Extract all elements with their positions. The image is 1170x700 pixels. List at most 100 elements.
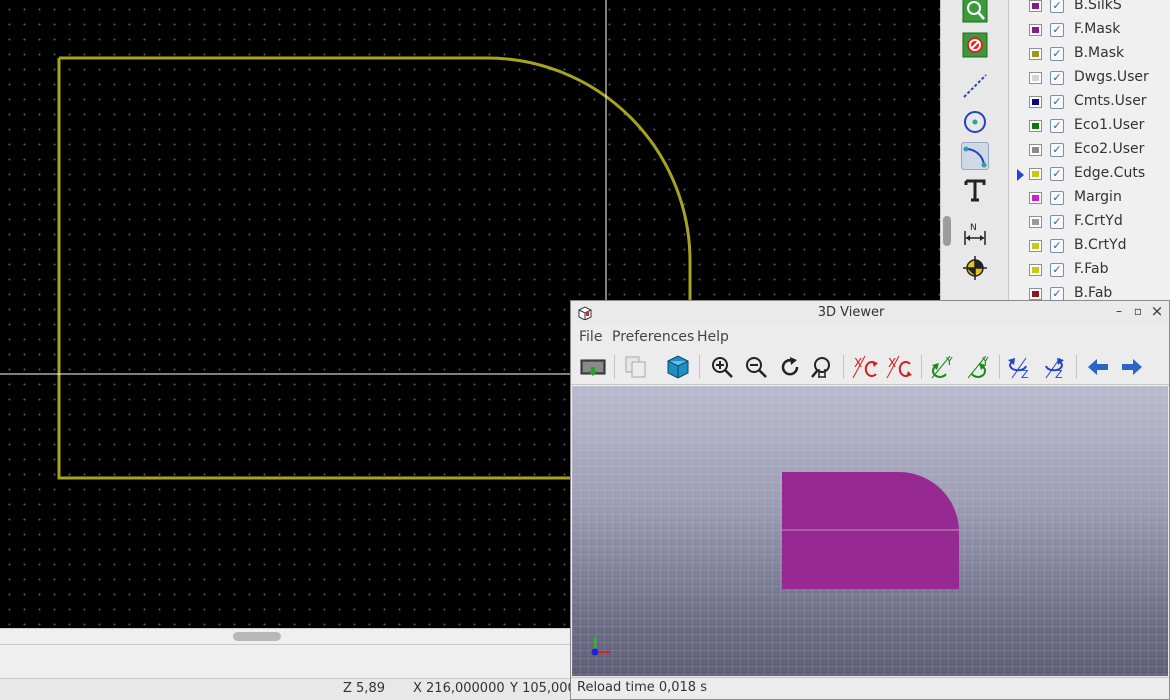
- render-options-button[interactable]: [663, 353, 693, 381]
- menu-file[interactable]: File: [579, 329, 602, 345]
- layer-color-swatch[interactable]: [1029, 0, 1042, 12]
- layer-color-swatch[interactable]: [1029, 216, 1042, 228]
- reload-time-readout: Reload time 0,018 s: [577, 680, 707, 695]
- draw-circle-button[interactable]: [961, 108, 989, 136]
- minimize-button[interactable]: –: [1112, 304, 1126, 318]
- zoom-fit-icon: [811, 357, 830, 378]
- layer-name: Cmts.User: [1074, 93, 1147, 109]
- layer-visibility-checkbox[interactable]: ✓: [1050, 143, 1064, 157]
- viewer-titlebar[interactable]: 3D Viewer – ▫ ×: [571, 301, 1169, 325]
- layer-visibility-checkbox[interactable]: ✓: [1050, 47, 1064, 61]
- layer-name: Margin: [1074, 189, 1122, 205]
- draw-line-button[interactable]: [961, 72, 989, 100]
- layer-name: Eco2.User: [1074, 141, 1145, 157]
- maximize-button[interactable]: ▫: [1131, 304, 1145, 318]
- rotate-z-counterclockwise-icon: Z: [1045, 357, 1064, 380]
- layer-row[interactable]: ✓ Margin: [1009, 186, 1170, 210]
- layer-visibility-checkbox[interactable]: ✓: [1050, 119, 1064, 133]
- zoom-fit-button[interactable]: [807, 353, 837, 381]
- highlight-net-button[interactable]: [961, 0, 989, 24]
- layer-name: B.CrtYd: [1074, 237, 1127, 253]
- layer-row[interactable]: ✓ B.Fab: [1009, 282, 1170, 300]
- add-text-button[interactable]: [961, 176, 989, 204]
- rotate-x-ccw-button[interactable]: X: [885, 353, 915, 381]
- rotate-z-clockwise-icon: Z: [1008, 357, 1029, 380]
- layer-row[interactable]: ✓ F.Mask: [1009, 18, 1170, 42]
- layer-color-swatch[interactable]: [1029, 168, 1042, 180]
- layer-visibility-checkbox[interactable]: ✓: [1050, 191, 1064, 205]
- layer-color-swatch[interactable]: [1029, 48, 1042, 60]
- zoom-out-icon: [746, 357, 767, 378]
- rotate-x-cw-button[interactable]: X: [851, 353, 881, 381]
- rotate-y-cw-button[interactable]: Y: [927, 353, 957, 381]
- toolbar-separator: [614, 355, 615, 379]
- move-right-button[interactable]: [1117, 353, 1147, 381]
- rotate-y-clockwise-icon: Y: [931, 355, 953, 379]
- layer-row[interactable]: ✓ Eco1.User: [1009, 114, 1170, 138]
- layer-color-swatch[interactable]: [1029, 192, 1042, 204]
- zoom-out-button[interactable]: [741, 353, 771, 381]
- layer-row[interactable]: ✓ F.Fab: [1009, 258, 1170, 282]
- redraw-button[interactable]: [775, 353, 805, 381]
- layer-name: Eco1.User: [1074, 117, 1145, 133]
- add-dimension-button[interactable]: N: [961, 220, 989, 248]
- layer-row[interactable]: ✓ Cmts.User: [1009, 90, 1170, 114]
- layer-visibility-checkbox[interactable]: ✓: [1050, 287, 1064, 300]
- layer-name: B.Fab: [1074, 285, 1113, 300]
- layer-row[interactable]: ✓ Edge.Cuts: [1009, 162, 1170, 186]
- layer-row[interactable]: ✓ Eco2.User: [1009, 138, 1170, 162]
- layer-name: F.Fab: [1074, 261, 1109, 277]
- layer-visibility-checkbox[interactable]: ✓: [1050, 23, 1064, 37]
- toolbar-separator: [699, 355, 700, 379]
- draw-arc-button[interactable]: [961, 142, 989, 170]
- layer-row[interactable]: ✓ Dwgs.User: [1009, 66, 1170, 90]
- layer-visibility-checkbox[interactable]: ✓: [1050, 263, 1064, 277]
- layer-visibility-checkbox[interactable]: ✓: [1050, 0, 1064, 13]
- text-icon: [964, 179, 986, 202]
- viewer-3d-canvas[interactable]: [572, 386, 1168, 676]
- keepout-icon: [962, 32, 988, 58]
- layer-visibility-checkbox[interactable]: ✓: [1050, 167, 1064, 181]
- layer-color-swatch[interactable]: [1029, 96, 1042, 108]
- layer-color-swatch[interactable]: [1029, 144, 1042, 156]
- keepout-area-button[interactable]: [961, 31, 989, 59]
- menu-preferences[interactable]: Preferences: [612, 329, 694, 345]
- layer-visibility-checkbox[interactable]: ✓: [1050, 215, 1064, 229]
- scrollbar-thumb[interactable]: [233, 632, 281, 641]
- drawing-tools-toolbar: N: [940, 0, 1008, 300]
- rotate-x-clockwise-icon: X: [852, 355, 878, 379]
- toolbar-scrollbar[interactable]: [943, 216, 951, 246]
- x-coordinate-readout: X 216,000000: [413, 681, 505, 696]
- layer-color-swatch[interactable]: [1029, 288, 1042, 300]
- close-button[interactable]: ×: [1150, 302, 1164, 320]
- active-layer-arrow-icon: [1017, 169, 1024, 181]
- layer-visibility-checkbox[interactable]: ✓: [1050, 239, 1064, 253]
- reload-board-icon: [580, 359, 606, 376]
- layer-color-swatch[interactable]: [1029, 24, 1042, 36]
- layer-color-swatch[interactable]: [1029, 240, 1042, 252]
- layer-row[interactable]: ✓ B.CrtYd: [1009, 234, 1170, 258]
- viewer-status-bar: Reload time 0,018 s: [571, 677, 1169, 699]
- rotate-y-ccw-button[interactable]: Y: [963, 353, 993, 381]
- set-origin-button[interactable]: [961, 254, 989, 282]
- zoom-in-button[interactable]: [707, 353, 737, 381]
- viewer-3d-scene: [591, 472, 959, 656]
- layer-color-swatch[interactable]: [1029, 264, 1042, 276]
- rotate-x-counterclockwise-icon: X: [886, 355, 912, 379]
- dimension-icon: N: [964, 223, 986, 245]
- menu-help[interactable]: Help: [697, 329, 729, 345]
- reload-board-button[interactable]: [578, 353, 608, 381]
- layer-row[interactable]: ✓ F.CrtYd: [1009, 210, 1170, 234]
- move-left-button[interactable]: [1083, 353, 1113, 381]
- rotate-z-ccw-button[interactable]: Z: [1039, 353, 1069, 381]
- layer-color-swatch[interactable]: [1029, 120, 1042, 132]
- circle-icon: [964, 111, 986, 133]
- layer-row[interactable]: ✓ B.SilkS: [1009, 0, 1170, 18]
- layer-row[interactable]: ✓ B.Mask: [1009, 42, 1170, 66]
- layer-color-swatch[interactable]: [1029, 72, 1042, 84]
- viewer-menubar: File Preferences Help: [571, 326, 1169, 348]
- layer-visibility-checkbox[interactable]: ✓: [1050, 95, 1064, 109]
- layer-visibility-checkbox[interactable]: ✓: [1050, 71, 1064, 85]
- rotate-z-cw-button[interactable]: Z: [1005, 353, 1035, 381]
- copy-image-button[interactable]: [621, 353, 651, 381]
